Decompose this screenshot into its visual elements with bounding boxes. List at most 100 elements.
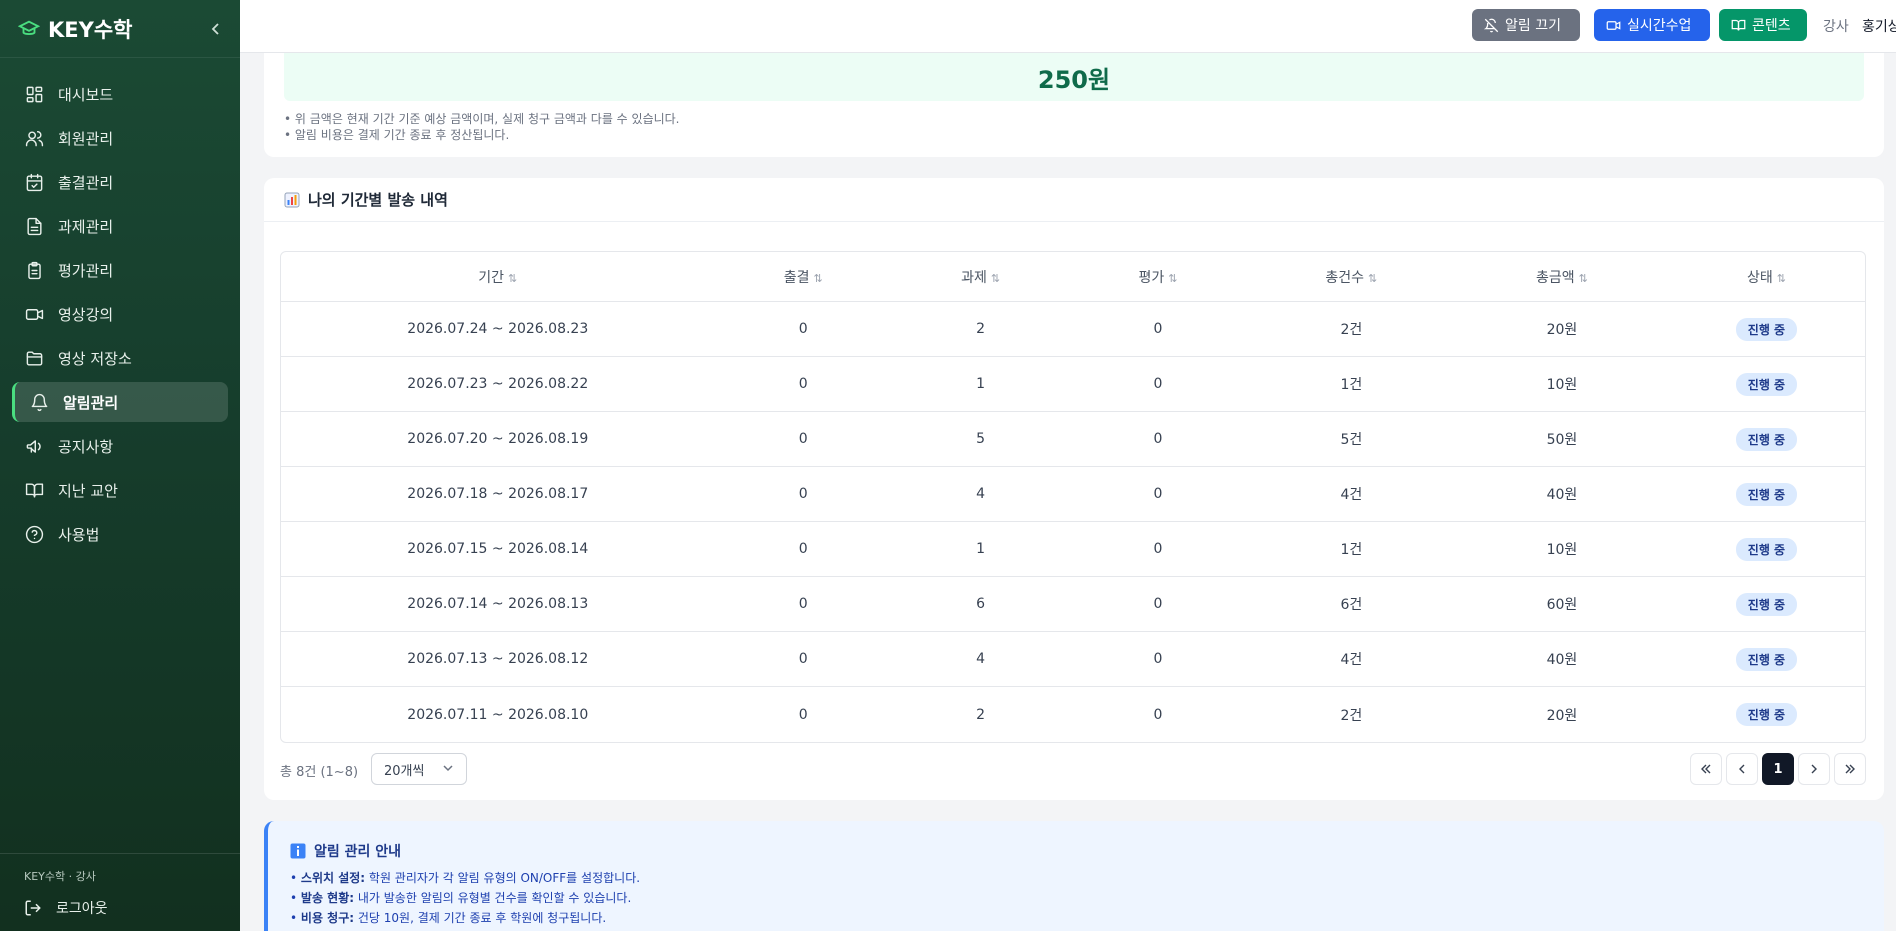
- total-count: 총 8건 (1~8): [280, 765, 359, 780]
- period-cell: 2026.07.20 ~ 2026.08.19: [281, 412, 715, 467]
- guide-list: • 스위치 설정: 학원 관리자가 각 알림 유형의 ON/OFF를 설정합니다…: [290, 868, 640, 928]
- sort-icon: ⇅: [1168, 271, 1178, 285]
- assignment-cell: 5: [891, 412, 1070, 467]
- per-page-value: 20개씩: [384, 763, 425, 779]
- attendance-cell: 0: [714, 357, 892, 412]
- evaluation-cell: 0: [1069, 522, 1247, 577]
- evaluation-cell: 0: [1069, 467, 1247, 522]
- period-cell: 2026.07.13 ~ 2026.08.12: [281, 632, 715, 687]
- sort-icon: ⇅: [990, 271, 1001, 285]
- grid-icon: [24, 84, 44, 104]
- bar-chart-icon: [284, 192, 300, 208]
- info-icon: [290, 843, 306, 859]
- logout-button[interactable]: 로그아웃: [24, 898, 216, 918]
- megaphone-icon: [24, 436, 44, 456]
- video-icon: [24, 304, 44, 324]
- user-name[interactable]: 홍기상: [1862, 16, 1896, 36]
- table-row: 2026.07.23 ~ 2026.08.22 0 1 0 1건 10원 진행 중: [281, 357, 1865, 412]
- chevron-right-icon: [1811, 764, 1817, 774]
- table-row: 2026.07.18 ~ 2026.08.17 0 4 0 4건 40원 진행 중: [281, 467, 1865, 522]
- send-history-card: 나의 기간별 발송 내역 기간 ⇅ 출결 ⇅ 과제 ⇅ 평가 ⇅ 총건수 ⇅ 총금액 ⇅ 상태 ⇅ 202…: [264, 178, 1884, 800]
- sidebar-item-past-materials[interactable]: 지난 교안: [12, 470, 228, 510]
- column-header-label: 총건수: [1325, 269, 1365, 286]
- status-badge: 진행 중: [1735, 317, 1798, 341]
- sidebar-item-video-storage[interactable]: 영상 저장소: [12, 338, 228, 378]
- amount-cell: 10원: [1456, 522, 1668, 577]
- amount-cell: 40원: [1456, 632, 1668, 687]
- page-button-current[interactable]: 1: [1762, 753, 1794, 785]
- sidebar-item-dashboard[interactable]: 대시보드: [12, 74, 228, 114]
- guide-item: • 스위치 설정: 학원 관리자가 각 알림 유형의 ON/OFF를 설정합니다…: [290, 868, 640, 888]
- bell-icon: [29, 392, 49, 412]
- brand[interactable]: KEY수학: [0, 0, 240, 58]
- sidebar-item-assignments[interactable]: 과제관리: [12, 206, 228, 246]
- next-page-button[interactable]: [1798, 753, 1830, 785]
- period-cell: 2026.07.23 ~ 2026.08.22: [281, 357, 715, 412]
- assignment-cell: 1: [891, 357, 1070, 412]
- status-cell: 진행 중: [1667, 357, 1865, 412]
- count-cell: 1건: [1246, 522, 1457, 577]
- sidebar-item-members[interactable]: 회원관리: [12, 118, 228, 158]
- sidebar-item-evaluation[interactable]: 평가관리: [12, 250, 228, 290]
- send-history-header: 나의 기간별 발송 내역: [264, 178, 1884, 222]
- sort-icon: ⇅: [1578, 271, 1588, 285]
- status-cell: 진행 중: [1667, 467, 1865, 522]
- notification-guide-card: 알림 관리 안내 • 스위치 설정: 학원 관리자가 각 알림 유형의 ON/O…: [264, 821, 1884, 931]
- guide-item-text: 건당 10원, 결제 기간 종료 후 학원에 청구됩니다.: [354, 911, 607, 925]
- sidebar-item-video-lectures[interactable]: 영상강의: [12, 294, 228, 334]
- column-header-label: 상태: [1746, 269, 1773, 286]
- guide-title-text: 알림 관리 안내: [314, 844, 402, 860]
- chevrons-left-icon: [1701, 764, 1711, 774]
- column-header[interactable]: 평가 ⇅: [1069, 252, 1247, 302]
- sidebar: KEY수학 대시보드회원관리 출결관리 과제관리 평가관리영상강의영상 저장소 알림관리…: [0, 0, 240, 931]
- guide-item-text: 내가 발송한 알림의 유형별 건수를 확인할 수 있습니다.: [354, 891, 632, 905]
- status-badge: 진행 중: [1735, 372, 1798, 396]
- attendance-cell: 0: [714, 412, 892, 467]
- sidebar-role-text: KEY수학 · 강사: [24, 870, 96, 883]
- guide-item-key: 발송 현황:: [300, 891, 355, 905]
- sidebar-item-label: 영상강의: [58, 305, 114, 324]
- table-row: 2026.07.15 ~ 2026.08.14 0 1 0 1건 10원 진행 중: [281, 522, 1865, 577]
- sidebar-item-notices[interactable]: 공지사항: [12, 426, 228, 466]
- column-header[interactable]: 과제 ⇅: [891, 252, 1070, 302]
- sidebar-collapse-button[interactable]: [206, 17, 226, 41]
- bullet: •: [290, 891, 301, 905]
- last-page-button[interactable]: [1834, 753, 1866, 785]
- sidebar-item-attendance[interactable]: 출결관리: [12, 162, 228, 202]
- summary-note: • 알림 비용은 결제 기간 종료 후 정산됩니다.: [284, 128, 510, 142]
- live-class-button[interactable]: 실시간수업: [1594, 9, 1710, 41]
- sidebar-item-label: 대시보드: [58, 85, 114, 104]
- column-header-label: 총금액: [1536, 269, 1575, 286]
- column-header[interactable]: 총금액 ⇅: [1456, 252, 1668, 302]
- sidebar-item-help[interactable]: 사용법: [12, 514, 228, 554]
- column-header[interactable]: 총건수 ⇅: [1246, 252, 1457, 302]
- column-header[interactable]: 기간 ⇅: [281, 252, 715, 302]
- status-cell: 진행 중: [1667, 632, 1865, 687]
- guide-item-key: 스위치 설정:: [300, 871, 366, 885]
- status-badge: 진행 중: [1735, 647, 1798, 671]
- status-badge: 진행 중: [1735, 592, 1798, 616]
- count-cell: 1건: [1246, 357, 1457, 412]
- sidebar-footer: KEY수학 · 강사 로그아웃: [0, 853, 240, 931]
- sidebar-item-notifications[interactable]: 알림관리: [12, 382, 228, 422]
- send-history-table: 기간 ⇅ 출결 ⇅ 과제 ⇅ 평가 ⇅ 총건수 ⇅ 총금액 ⇅ 상태 ⇅ 2026.07.24 ~ 202…: [280, 251, 1866, 743]
- contents-button[interactable]: 콘텐츠: [1719, 9, 1807, 41]
- summary-note: • 위 금액은 현재 기간 기준 예상 금액이며, 실제 청구 금액과 다를 수…: [284, 112, 680, 126]
- user-role: 강사: [1823, 19, 1849, 35]
- column-header-label: 출결: [783, 269, 810, 286]
- column-header[interactable]: 출결 ⇅: [714, 252, 892, 302]
- guide-item-key: 비용 청구:: [300, 911, 355, 925]
- attendance-cell: 0: [714, 632, 892, 687]
- notify-off-button[interactable]: 알림 끄기: [1472, 9, 1580, 41]
- bullet: •: [290, 911, 301, 925]
- per-page-select[interactable]: 20개씩: [371, 753, 467, 785]
- column-header[interactable]: 상태 ⇅: [1667, 252, 1865, 302]
- first-page-button[interactable]: [1690, 753, 1722, 785]
- table-header-row: 기간 ⇅ 출결 ⇅ 과제 ⇅ 평가 ⇅ 총건수 ⇅ 총금액 ⇅ 상태 ⇅: [281, 252, 1865, 302]
- prev-page-button[interactable]: [1726, 753, 1758, 785]
- period-cell: 2026.07.18 ~ 2026.08.17: [281, 467, 715, 522]
- send-history-title: 나의 기간별 발송 내역: [308, 191, 448, 209]
- help-icon: [24, 524, 44, 544]
- estimated-amount: 250원: [1037, 65, 1111, 94]
- amount-cell: 20원: [1546, 707, 1578, 724]
